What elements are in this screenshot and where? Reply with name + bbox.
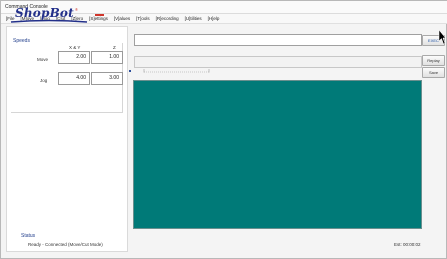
menu-recording[interactable]: [R]ecording	[156, 14, 179, 23]
move-xy-speed-input[interactable]: 2.00	[58, 51, 90, 64]
move-speed-label: Move	[37, 57, 49, 62]
logo-accent-bar	[95, 14, 104, 16]
replay-button[interactable]: Replay	[422, 55, 445, 66]
command-input[interactable]	[134, 34, 422, 46]
command-console-window: Command Console [File [M]ove [J]og [C]ut…	[0, 0, 447, 259]
shopbot-logo: ShopBot ®	[9, 5, 109, 25]
progress-ruler	[143, 69, 210, 73]
jog-speed-label: Jog	[40, 78, 48, 83]
swoosh-icon	[10, 19, 88, 23]
prompt-marker	[129, 70, 131, 72]
menu-tools[interactable]: [T]ools	[136, 14, 150, 23]
prompt-field[interactable]	[134, 56, 422, 68]
speeds-header-xy: X & Y	[69, 45, 81, 50]
save-button[interactable]: Save	[422, 67, 445, 78]
estimated-time: Est: 00:00:02	[394, 242, 421, 247]
menu-help[interactable]: [H]elp	[208, 14, 220, 23]
jog-xy-speed-input[interactable]: 4.00	[58, 72, 90, 85]
preview-area[interactable]	[133, 80, 422, 229]
jog-z-speed-input[interactable]: 3.00	[91, 72, 123, 85]
logo-text: ShopBot	[15, 6, 74, 20]
status-text: Ready - Connected (Move/Cut Mode)	[28, 242, 103, 247]
move-z-speed-input[interactable]: 1.00	[91, 51, 123, 64]
menu-utilities[interactable]: [U]tilities	[185, 14, 202, 23]
arrow-cursor-icon	[438, 29, 446, 45]
menu-values[interactable]: [V]alues	[114, 14, 130, 23]
speeds-header-z: Z	[113, 45, 116, 50]
logo-trademark: ®	[75, 7, 78, 12]
status-label: Status	[21, 233, 36, 239]
